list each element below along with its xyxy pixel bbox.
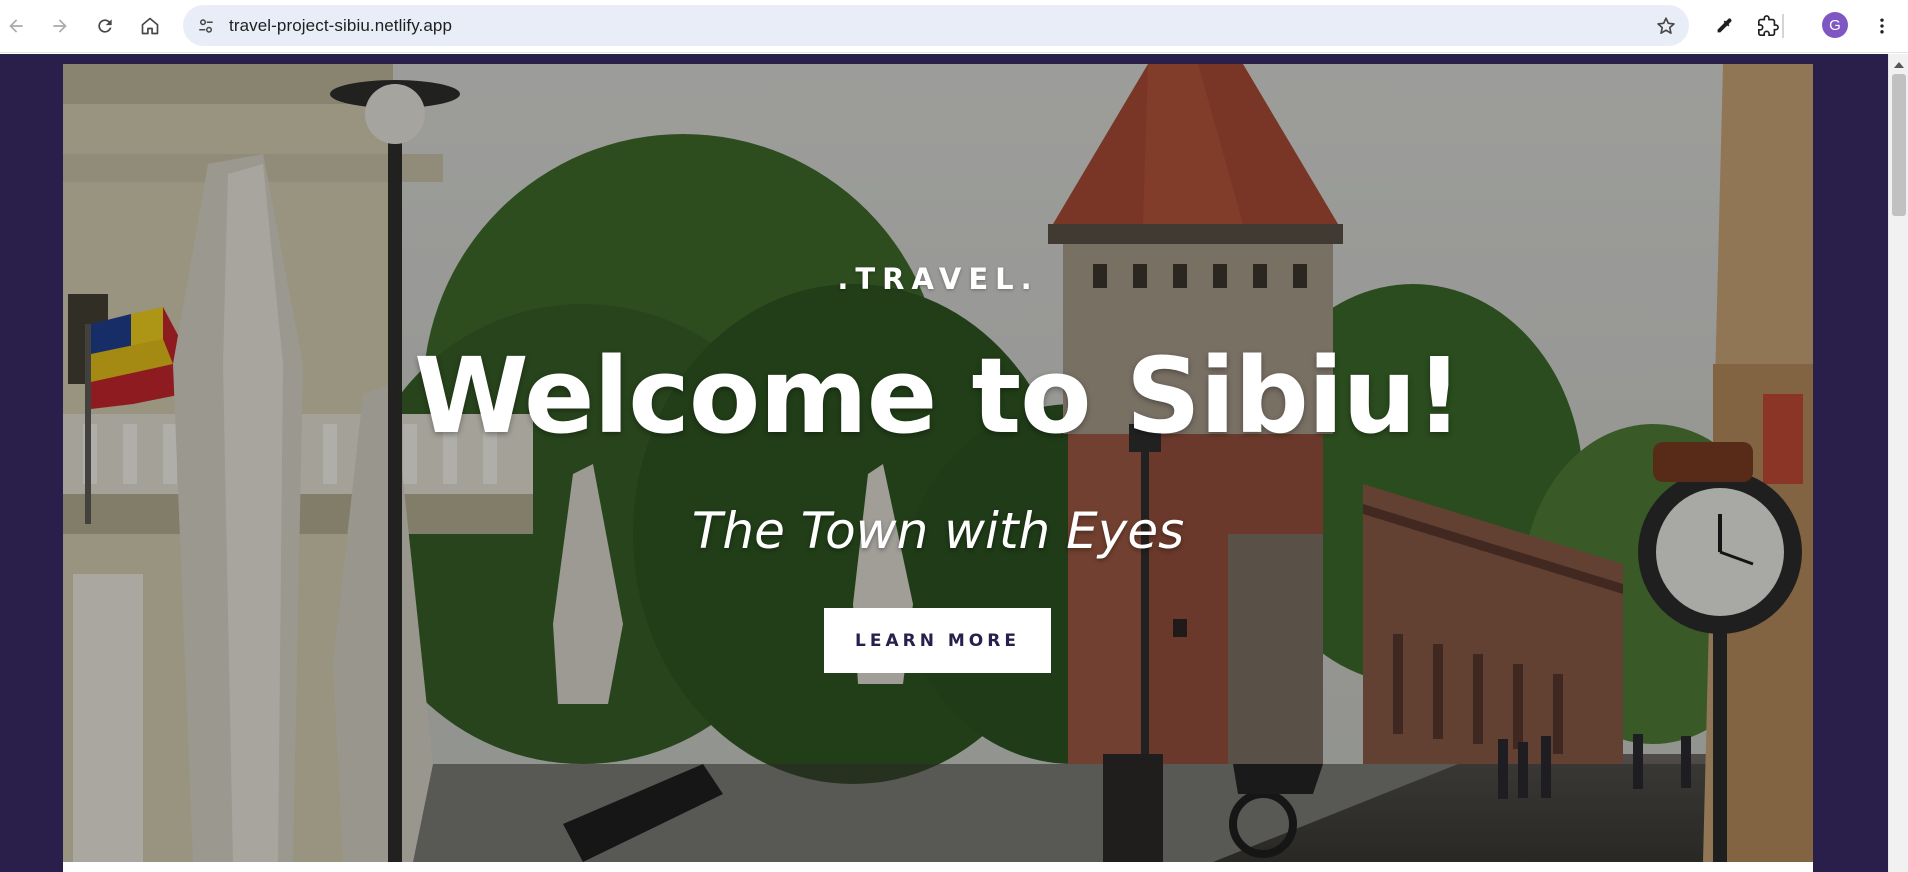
home-button[interactable]: [134, 10, 166, 42]
extensions-button[interactable]: [1752, 10, 1784, 42]
profile-avatar[interactable]: G: [1822, 12, 1848, 38]
page-viewport: .TRAVEL. Welcome to Sibiu! The Town with…: [0, 54, 1888, 872]
back-button[interactable]: [0, 10, 32, 42]
reload-icon: [98, 19, 112, 33]
puzzle-icon: [1758, 15, 1779, 36]
arrow-left-icon: [9, 19, 23, 33]
hero-section: .TRAVEL. Welcome to Sibiu! The Town with…: [63, 64, 1813, 862]
kebab-menu-icon: [1880, 18, 1884, 34]
arrow-right-icon: [53, 19, 67, 33]
hero-tagline: .TRAVEL.: [837, 262, 1039, 296]
browser-toolbar: travel-project-sibiu.netlify.app G: [0, 0, 1908, 53]
star-icon: [1657, 17, 1675, 34]
reload-button[interactable]: [89, 10, 121, 42]
forward-button[interactable]: [44, 10, 76, 42]
next-section-edge: [63, 862, 1813, 872]
scroll-up-arrow-icon[interactable]: [1894, 62, 1904, 68]
scrollbar-thumb[interactable]: [1892, 74, 1906, 216]
home-icon: [141, 17, 159, 35]
url-text[interactable]: travel-project-sibiu.netlify.app: [229, 16, 452, 36]
browser-menu-button[interactable]: [1866, 10, 1898, 42]
eyedropper-button[interactable]: [1708, 10, 1740, 42]
learn-more-button[interactable]: LEARN MORE: [824, 608, 1051, 673]
hero-subline: The Town with Eyes: [691, 502, 1185, 560]
site-info-button[interactable]: [193, 13, 219, 39]
hero-content: .TRAVEL. Welcome to Sibiu! The Town with…: [63, 64, 1813, 862]
tune-icon: [199, 19, 213, 33]
hero-headline: Welcome to Sibiu!: [414, 335, 1463, 457]
bookmark-button[interactable]: [1653, 13, 1679, 39]
address-bar[interactable]: travel-project-sibiu.netlify.app: [183, 5, 1689, 46]
page-scrollbar[interactable]: [1888, 54, 1908, 872]
eyedropper-icon: [1717, 18, 1732, 33]
toolbar-divider: [1782, 14, 1784, 38]
